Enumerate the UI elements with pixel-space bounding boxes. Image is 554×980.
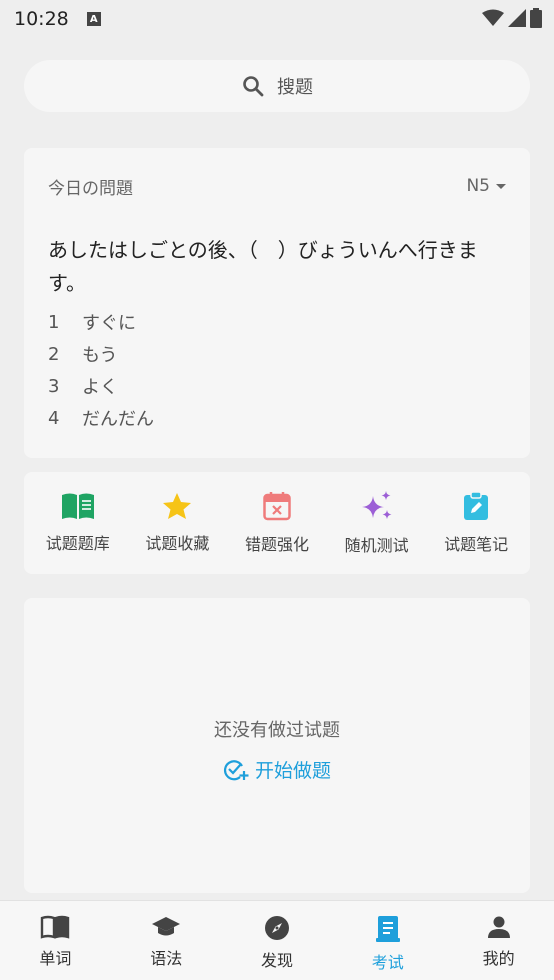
wifi-icon xyxy=(482,9,504,26)
nav-exam[interactable]: 考试 xyxy=(332,901,443,980)
option-item[interactable]: 2 もう xyxy=(48,338,506,370)
nav-label: 发现 xyxy=(260,951,293,970)
option-item[interactable]: 1 すぐに xyxy=(48,306,506,338)
battery-icon xyxy=(530,8,542,28)
status-icons xyxy=(482,8,542,28)
tool-notes[interactable]: 试题笔记 xyxy=(429,491,523,555)
nav-me[interactable]: 我的 xyxy=(443,901,554,980)
history-card: 还没有做过试题 开始做题 xyxy=(24,598,530,893)
status-bar: 10:28 A xyxy=(0,0,554,38)
search-bar[interactable]: 搜题 xyxy=(24,60,530,112)
nav-label: 语法 xyxy=(150,949,183,968)
option-item[interactable]: 4 だんだん xyxy=(48,402,506,434)
sparkles-icon xyxy=(361,491,392,519)
level-selector[interactable]: N5 xyxy=(466,176,506,196)
tool-question-bank[interactable]: 试题题库 xyxy=(31,492,125,554)
caret-down-icon xyxy=(496,183,506,189)
options-list: 1 すぐに 2 もう 3 よく 4 だんだん xyxy=(48,306,506,434)
nav-label: 单词 xyxy=(39,949,72,968)
option-text: もう xyxy=(82,345,118,366)
tool-label: 试题收藏 xyxy=(145,534,210,553)
search-icon xyxy=(243,76,264,97)
option-text: すぐに xyxy=(82,313,136,334)
daily-question-card: 今日の問題 N5 あしたはしごとの後、（ ）びょういんへ行きます。 1 すぐに 2… xyxy=(24,148,530,458)
star-icon xyxy=(163,493,192,519)
book-open-icon xyxy=(61,493,94,519)
question-text: あしたはしごとの後、（ ）びょういんへ行きます。 xyxy=(48,238,478,295)
compass-icon xyxy=(264,916,289,940)
signal-icon xyxy=(508,9,526,27)
calendar-x-icon xyxy=(263,492,291,521)
option-number: 1 xyxy=(48,311,60,333)
option-text: よく xyxy=(82,377,118,398)
nav-words[interactable]: 单词 xyxy=(0,901,111,980)
tool-mistakes[interactable]: 错题强化 xyxy=(230,491,324,555)
nav-label: 考试 xyxy=(371,953,404,972)
option-number: 2 xyxy=(48,343,60,365)
option-item[interactable]: 3 よく xyxy=(48,370,506,402)
tool-random-test[interactable]: 随机测试 xyxy=(330,490,424,556)
bottom-navigation: 单词 语法 发现 考试 我的 xyxy=(0,900,554,980)
empty-state-text: 还没有做过试题 xyxy=(214,720,340,741)
nav-discover[interactable]: 发现 xyxy=(222,901,333,980)
book-icon xyxy=(41,915,70,939)
graduation-cap-icon xyxy=(152,917,181,936)
tool-label: 试题笔记 xyxy=(444,535,509,554)
tool-label: 错题强化 xyxy=(244,535,309,554)
start-practice-button[interactable]: 开始做题 xyxy=(223,756,331,783)
nav-label: 我的 xyxy=(482,949,515,968)
option-text: だんだん xyxy=(82,409,154,430)
exam-icon xyxy=(375,916,400,942)
tools-card: 试题题库 试题收藏 错题强化 随机测试 试题笔记 xyxy=(24,472,530,574)
tool-label: 试题题库 xyxy=(45,534,110,553)
check-circle-plus-icon xyxy=(223,759,249,780)
person-icon xyxy=(487,916,510,938)
notification-a-icon: A xyxy=(86,12,101,26)
level-value: N5 xyxy=(466,176,490,196)
daily-question-title: 今日の問題 xyxy=(48,178,133,199)
status-time: 10:28 xyxy=(14,8,69,30)
tool-favorites[interactable]: 试题收藏 xyxy=(130,492,224,554)
search-label: 搜题 xyxy=(277,77,313,98)
nav-grammar[interactable]: 语法 xyxy=(111,901,222,980)
start-practice-label: 开始做题 xyxy=(254,760,331,782)
option-number: 3 xyxy=(48,375,60,397)
option-number: 4 xyxy=(48,407,60,429)
tool-label: 随机测试 xyxy=(344,536,409,555)
clipboard-edit-icon xyxy=(464,491,489,520)
